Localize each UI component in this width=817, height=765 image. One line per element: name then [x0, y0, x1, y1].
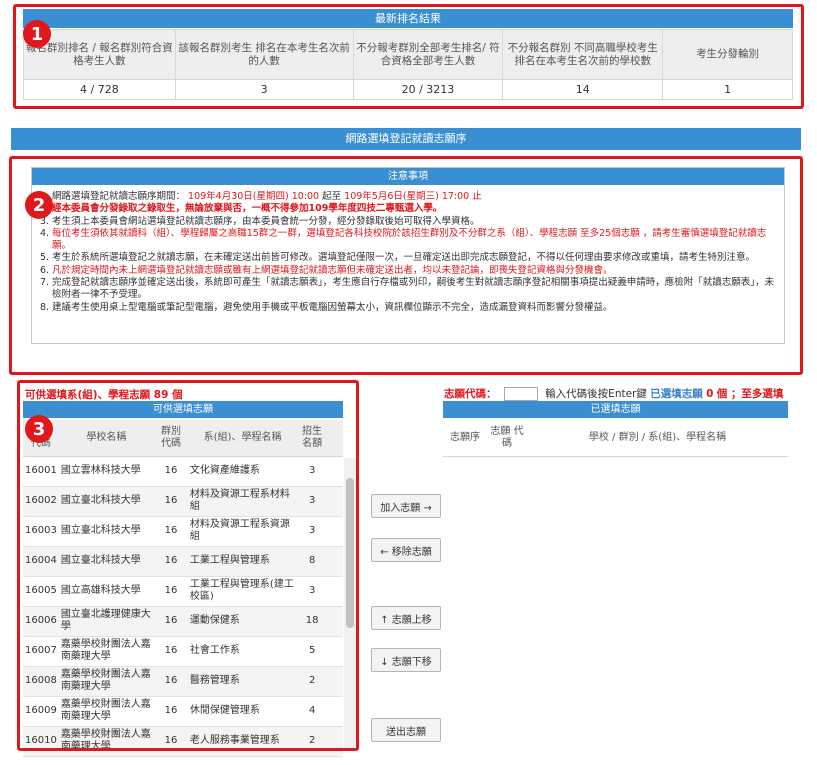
highlight-box-2: [9, 156, 803, 375]
add-choice-button[interactable]: 加入志願 →: [371, 494, 441, 518]
step-badge-2: 2: [25, 191, 53, 219]
highlight-box-3: [17, 380, 359, 751]
remove-choice-button[interactable]: ← 移除志願: [371, 538, 441, 562]
selected-header: 志願序: [443, 420, 487, 457]
selected-summary-prefix: 已選填志願: [650, 388, 703, 400]
selected-summary-count: 0: [706, 388, 714, 400]
choice-code-label: 志願代碼：: [444, 388, 497, 400]
submit-choices-button[interactable]: 送出志願: [371, 718, 441, 742]
selected-table: 志願序 志願 代碼 學校 / 群別 / 系(組)、學程名稱: [443, 420, 788, 457]
selected-header: 志願 代碼: [487, 420, 527, 457]
move-down-button[interactable]: ↓ 志願下移: [371, 648, 441, 672]
selected-header: 學校 / 群別 / 系(組)、學程名稱: [527, 420, 788, 457]
choice-code-hint: 輸入代碼後按Enter鍵: [545, 388, 647, 400]
section-title-bar: 網路選填登記就讀志願序: [11, 128, 801, 150]
choice-code-input[interactable]: [503, 387, 538, 401]
selected-title-bar: 已選填志願: [443, 401, 788, 418]
highlight-box-1: [13, 4, 804, 109]
move-up-button[interactable]: ↑ 志願上移: [371, 606, 441, 630]
step-badge-3: 3: [25, 415, 53, 443]
step-badge-1: 1: [23, 20, 51, 48]
